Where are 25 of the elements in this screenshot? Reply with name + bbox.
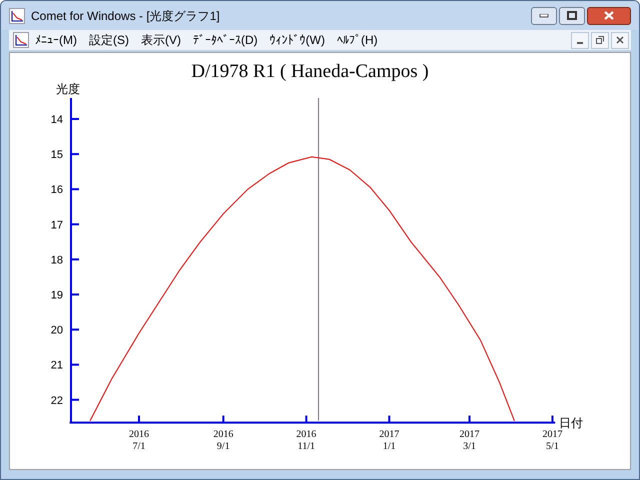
tick-label: 2016 11/1 (296, 429, 316, 452)
menu-item[interactable]: ﾍﾙﾌﾟ(H) (331, 31, 384, 49)
tick-label: 2017 5/1 (542, 429, 562, 452)
tick-label: 2016 9/1 (213, 429, 234, 452)
menu-item[interactable]: ｳｨﾝﾄﾞｳ(W) (264, 31, 331, 49)
tick-label: 16 (50, 184, 63, 196)
tick-label: 18 (50, 254, 63, 266)
menu-item[interactable]: 表示(V) (135, 31, 187, 49)
tick-label: 22 (50, 394, 63, 407)
chart-title: D/1978 R1 ( Haneda-Campos ) (191, 61, 429, 82)
menu-item[interactable]: ﾒﾆｭｰ(M) (29, 31, 83, 49)
tick-label: 17 (50, 219, 63, 232)
tick-label: 2016 7/1 (129, 429, 149, 452)
tick-label: 2017 3/1 (459, 429, 480, 452)
tick-label: 15 (50, 149, 63, 162)
tick-label: 19 (50, 290, 63, 302)
window-title: Comet for Windows - [光度グラフ1] (31, 8, 220, 24)
axis-label: 光度 (56, 82, 80, 96)
tick-label: 2017 1/1 (379, 429, 400, 452)
axis-label: 日付 (559, 416, 583, 430)
menu-item[interactable]: ﾃﾞｰﾀﾍﾞｰｽ(D) (187, 31, 264, 49)
tick-label: 21 (50, 360, 63, 372)
tick-label: 14 (50, 114, 63, 126)
tick-label: 20 (50, 324, 63, 337)
menu-item[interactable]: 設定(S) (83, 31, 135, 49)
